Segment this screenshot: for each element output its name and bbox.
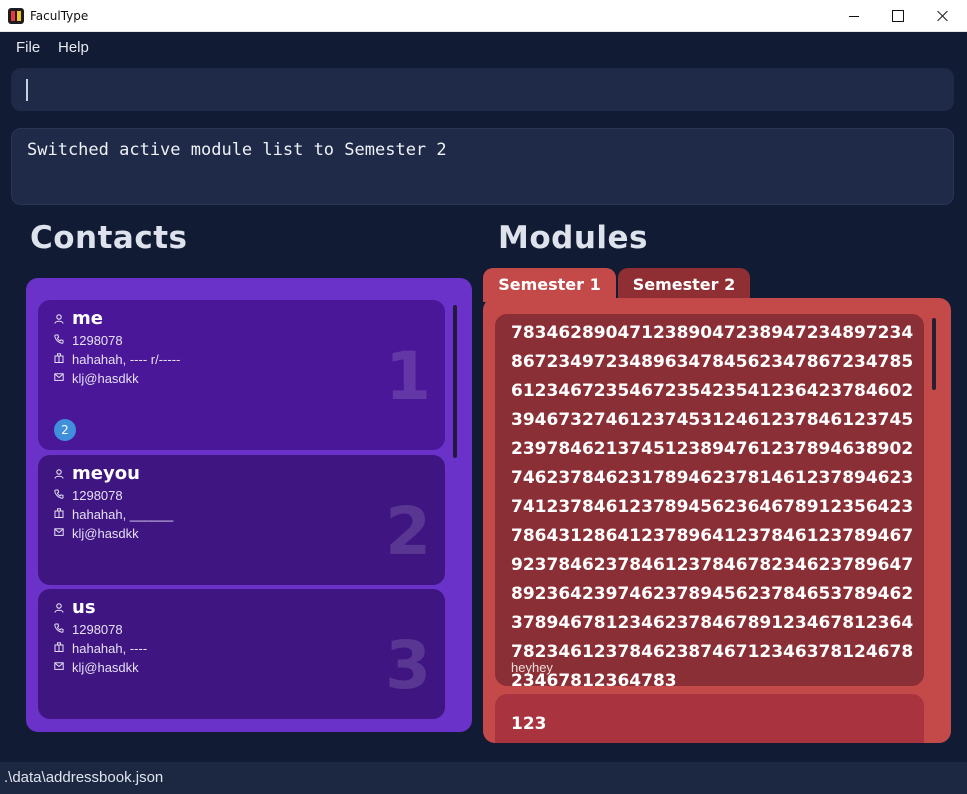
status-bar: .\data\addressbook.json (0, 762, 967, 794)
menu-bar: File Help (0, 32, 967, 62)
module-list: 7834628904712389047238947234897234867234… (483, 298, 951, 743)
maximize-button[interactable] (875, 0, 921, 32)
person-icon (54, 314, 64, 324)
contacts-scrollbar[interactable] (453, 305, 457, 458)
phone-icon (54, 489, 64, 499)
contact-email: klj@hasdkk (72, 526, 139, 541)
command-input[interactable] (11, 68, 954, 111)
app-logo-icon (8, 8, 24, 24)
phone-icon (54, 334, 64, 344)
mail-icon (54, 662, 64, 670)
result-text: Switched active module list to Semester … (27, 140, 447, 160)
module-card[interactable]: 123 (495, 694, 924, 743)
contact-card[interactable]: meyou 1298078 hahahah, ______ klj@hasdkk… (38, 455, 445, 585)
contact-name: me (72, 308, 103, 329)
contact-list: me 1298078 hahahah, ---- r/----- klj@has… (26, 278, 472, 732)
close-button[interactable] (920, 0, 966, 32)
building-icon (54, 508, 64, 518)
menu-help[interactable]: Help (58, 39, 89, 56)
minimize-button[interactable] (831, 0, 877, 32)
tab-semester-2[interactable]: Semester 2 (618, 268, 750, 302)
module-code: 123 (511, 714, 547, 734)
module-code: 7834628904712389047238947234897234867234… (511, 323, 914, 686)
contact-email: klj@hasdkk (72, 371, 139, 386)
contact-email: klj@hasdkk (72, 660, 139, 675)
contacts-title: Contacts (30, 220, 188, 256)
contact-address: hahahah, ---- r/----- (72, 352, 181, 367)
contact-phone: 1298078 (72, 333, 123, 348)
status-file-path: .\data\addressbook.json (4, 769, 164, 786)
person-icon (54, 469, 64, 479)
phone-icon (54, 623, 64, 633)
contact-index: 1 (385, 338, 431, 415)
contact-card[interactable]: me 1298078 hahahah, ---- r/----- klj@has… (38, 300, 445, 450)
app-body: File Help Switched active module list to… (0, 32, 967, 762)
modules-scrollbar[interactable] (932, 318, 936, 390)
contact-phone: 1298078 (72, 622, 123, 637)
menu-file[interactable]: File (16, 39, 40, 56)
contact-index: 3 (385, 627, 431, 704)
contact-address: hahahah, ______ (72, 507, 174, 522)
module-card[interactable]: 7834628904712389047238947234897234867234… (495, 314, 924, 686)
text-caret (26, 79, 28, 101)
contact-address: hahahah, ---- (72, 641, 148, 656)
contact-index: 2 (385, 493, 431, 570)
person-icon (54, 603, 64, 613)
building-icon (54, 353, 64, 363)
window-title: FaculType (30, 9, 89, 23)
tag-badge: 2 (54, 419, 76, 441)
building-icon (54, 642, 64, 652)
modules-title: Modules (498, 220, 649, 256)
mail-icon (54, 528, 64, 536)
module-description: heyhey (511, 660, 553, 675)
contact-phone: 1298078 (72, 488, 123, 503)
contact-card[interactable]: us 1298078 hahahah, ---- klj@hasdkk 3 (38, 589, 445, 719)
tab-semester-1[interactable]: Semester 1 (483, 268, 616, 302)
title-bar: FaculType (0, 0, 967, 32)
mail-icon (54, 373, 64, 381)
contact-name: us (72, 597, 96, 618)
contact-name: meyou (72, 463, 140, 484)
result-display: Switched active module list to Semester … (11, 128, 954, 205)
